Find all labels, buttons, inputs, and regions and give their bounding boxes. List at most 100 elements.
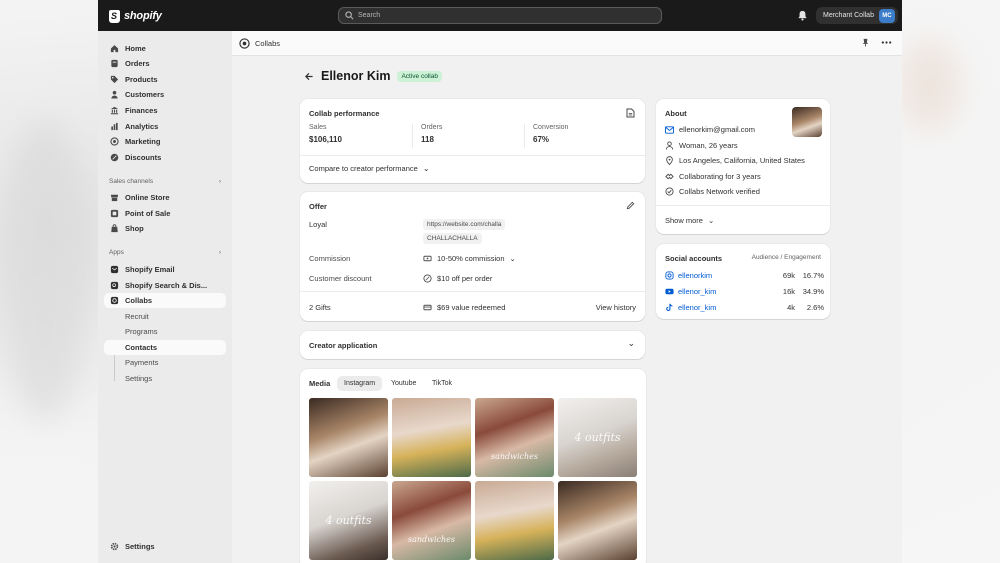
social-audience: 4k: [787, 302, 795, 312]
sidebar-item-point-of-sale[interactable]: Point of Sale: [104, 206, 226, 221]
creator-email: ellenorkim@gmail.com: [679, 125, 755, 134]
media-thumbnail[interactable]: 4 outfits: [558, 398, 637, 477]
thumbnail-caption: sandwiches: [407, 535, 456, 544]
sidebar-sub-payments[interactable]: Payments: [104, 355, 226, 370]
sidebar-item-products[interactable]: Products: [104, 72, 226, 87]
sidebar-item-customers[interactable]: Customers: [104, 87, 226, 102]
sidebar-item-label: Products: [125, 75, 158, 84]
tab-youtube[interactable]: Youtube: [384, 376, 423, 391]
notifications-button[interactable]: [795, 8, 809, 22]
sidebar-sub-contacts[interactable]: Contacts: [104, 340, 226, 355]
sidebar-item-label: Customers: [125, 90, 165, 99]
sidebar-sub-label: Programs: [125, 327, 158, 336]
offer-name: Loyal: [309, 220, 327, 229]
edit-pencil-icon[interactable]: [626, 201, 635, 210]
media-thumbnail[interactable]: [558, 481, 637, 560]
sidebar-item-finances[interactable]: Finances: [104, 103, 226, 118]
sidebar-item-settings[interactable]: Settings: [104, 539, 226, 554]
social-handle-link[interactable]: ellenor_kim: [665, 303, 716, 312]
divider: [412, 124, 413, 148]
media-thumbnail[interactable]: sandwiches: [392, 481, 471, 560]
sales-channels-heading[interactable]: Sales channels ›: [109, 178, 221, 185]
creator-demographic: Woman, 26 years: [679, 141, 738, 150]
commission-dropdown[interactable]: 10-50% commission ⌄: [423, 254, 516, 263]
metric-conversion: Conversion 67%: [533, 124, 568, 144]
tab-tiktok[interactable]: TikTok: [425, 376, 459, 391]
sidebar-item-shop[interactable]: Shop: [104, 221, 226, 236]
status-badge: Active collab: [397, 70, 442, 82]
offer-card: Offer Loyal https://website.com/challa C…: [300, 192, 645, 321]
back-arrow-icon[interactable]: [304, 72, 314, 81]
collabs-logo-icon: [239, 37, 250, 49]
pin-icon[interactable]: [861, 38, 870, 47]
gifts-label: 2 Gifts: [309, 303, 331, 312]
target-icon: [110, 137, 119, 146]
sidebar-sub-settings[interactable]: Settings: [104, 371, 226, 386]
thumbnail-caption: sandwiches: [490, 452, 539, 461]
social-handle-link[interactable]: ellenor_kim: [665, 287, 716, 296]
apps-label: Apps: [109, 249, 124, 256]
verified-icon: [665, 187, 674, 196]
sidebar-sub-label: Payments: [125, 358, 159, 367]
compare-label: Compare to creator performance: [309, 164, 418, 173]
social-engagement: 2.6%: [806, 302, 824, 312]
sidebar-item-label: Analytics: [125, 122, 159, 131]
media-thumbnail[interactable]: [309, 398, 388, 477]
sidebar-item-collabs[interactable]: Collabs: [104, 293, 226, 308]
search-input[interactable]: Search: [338, 7, 662, 24]
gear-icon: [110, 542, 119, 551]
offer-code: CHALLACHALLA: [423, 233, 482, 244]
logo-text: shopify: [124, 10, 162, 22]
account-menu-button[interactable]: Merchant Collab MC: [816, 7, 898, 24]
sidebar-sub-recruit[interactable]: Recruit: [104, 309, 226, 324]
sidebar-item-orders[interactable]: Orders: [104, 56, 226, 71]
media-thumbnail[interactable]: [392, 398, 471, 477]
performance-card: Collab performance Sales $106,110 Orders…: [300, 99, 645, 183]
creator-application-card[interactable]: Creator application ⌄: [300, 331, 645, 359]
thumbnail-caption: 4 outfits: [325, 514, 372, 527]
person-icon: [665, 141, 674, 150]
export-report-icon[interactable]: [626, 108, 635, 118]
metric-value: $106,110: [309, 135, 342, 144]
show-more-label: Show more: [665, 216, 703, 225]
metric-orders: Orders 118: [421, 124, 442, 144]
commission-label: Commission: [309, 254, 351, 263]
location-pin-icon: [666, 156, 673, 165]
sidebar-item-discounts[interactable]: Discounts: [104, 150, 226, 165]
youtube-icon: [665, 288, 674, 294]
sidebar-item-analytics[interactable]: Analytics: [104, 119, 226, 134]
sidebar-item-home[interactable]: Home: [104, 41, 226, 56]
sidebar-sub-programs[interactable]: Programs: [104, 324, 226, 339]
commission-value: 10-50% commission: [437, 254, 505, 263]
show-more-button[interactable]: Show more ⌄: [665, 216, 714, 225]
store-icon: [110, 194, 119, 202]
media-thumbnail[interactable]: [475, 481, 554, 560]
social-handle-link[interactable]: ellenorkim: [665, 271, 712, 280]
creator-avatar: [792, 107, 822, 137]
more-options-icon[interactable]: [881, 38, 892, 47]
sidebar-item-shopify-email[interactable]: Shopify Email: [104, 262, 226, 277]
chevron-down-icon[interactable]: ⌄: [627, 338, 635, 349]
media-thumbnail[interactable]: sandwiches: [475, 398, 554, 477]
sidebar-item-online-store[interactable]: Online Store: [104, 190, 226, 205]
demographic-row: Woman, 26 years: [665, 141, 738, 150]
compare-performance-button[interactable]: Compare to creator performance ⌄: [309, 164, 430, 173]
sidebar-item-shopify-search[interactable]: Shopify Search & Dis...: [104, 278, 226, 293]
sidebar-item-marketing[interactable]: Marketing: [104, 134, 226, 149]
apps-heading[interactable]: Apps ›: [109, 249, 221, 256]
sales-channels-label: Sales channels: [109, 178, 154, 185]
breadcrumb[interactable]: Collabs: [255, 39, 280, 48]
gifts-value-row: $69 value redeemed: [423, 303, 505, 312]
media-thumbnail[interactable]: 4 outfits: [309, 481, 388, 560]
view-history-link[interactable]: View history: [596, 303, 636, 312]
tab-instagram[interactable]: Instagram: [337, 376, 383, 391]
gift-card-icon: [423, 304, 432, 311]
sidebar-item-label: Online Store: [125, 193, 170, 202]
email-row[interactable]: ellenorkim@gmail.com: [665, 125, 755, 134]
account-name: Merchant Collab: [823, 12, 874, 19]
shopify-logo[interactable]: shopify: [109, 8, 162, 24]
divider: [524, 124, 525, 148]
chevron-right-icon: ›: [218, 249, 221, 256]
shop-icon: [111, 224, 118, 233]
audience-engagement-header: Audience / Engagement: [751, 254, 821, 261]
